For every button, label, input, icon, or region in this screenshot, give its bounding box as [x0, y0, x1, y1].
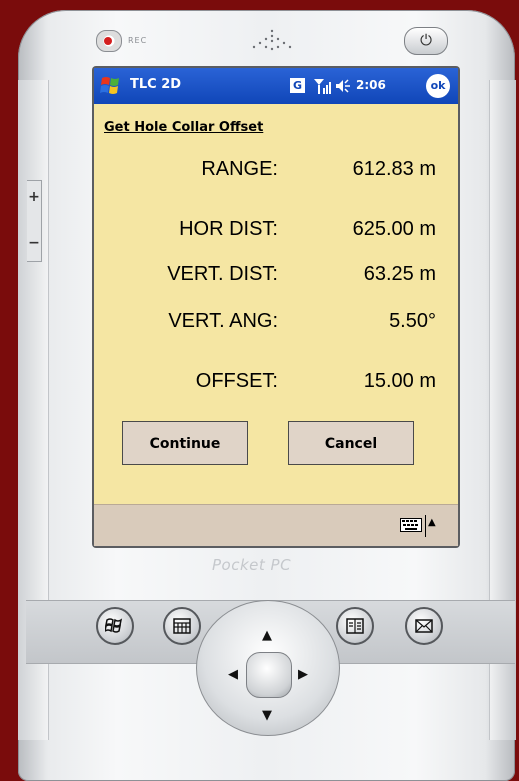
windows-button-icon — [105, 618, 123, 633]
calendar-button-icon — [173, 618, 191, 634]
contacts-hw-button[interactable] — [336, 607, 374, 645]
windows-start-icon[interactable] — [98, 73, 126, 99]
contacts-button-icon — [346, 618, 364, 634]
dpad-select-button[interactable] — [246, 652, 292, 698]
inbox-button-icon — [415, 619, 433, 633]
signal-strength-icon[interactable] — [312, 76, 332, 96]
calendar-hw-button[interactable] — [163, 607, 201, 645]
range-label: RANGE: — [201, 158, 278, 180]
input-menu-arrow-icon[interactable]: ▲ — [428, 517, 436, 528]
g-network-badge[interactable]: G — [290, 78, 305, 93]
rec-label: REC — [128, 36, 148, 45]
vert-dist-value: 63.25 m — [363, 263, 436, 285]
speaker-volume-icon[interactable] — [334, 77, 352, 95]
keyboard-icon[interactable] — [400, 518, 422, 532]
offset-value: 15.00 m — [363, 370, 436, 392]
screen: TLC 2D G 2:06 ok Get Hole Collar Offset … — [94, 68, 458, 546]
vert-ang-label: VERT. ANG: — [168, 310, 278, 332]
record-dot-icon — [104, 37, 112, 45]
inbox-hw-button[interactable] — [405, 607, 443, 645]
menu-divider — [425, 515, 426, 537]
app-title: TLC 2D — [130, 77, 182, 92]
pocket-pc-logo: Pocket PC — [212, 556, 292, 574]
volume-down-icon[interactable]: − — [27, 236, 41, 250]
title-bar: TLC 2D G 2:06 ok — [94, 68, 458, 104]
dpad-up-icon[interactable]: ▲ — [262, 628, 272, 643]
dpad-left-icon[interactable]: ◀ — [228, 667, 238, 682]
vert-dist-label: VERT. DIST: — [167, 263, 278, 285]
power-button[interactable]: ⏻ — [404, 27, 448, 55]
dpad-right-icon[interactable]: ▶ — [298, 667, 308, 682]
volume-up-icon[interactable]: + — [27, 190, 41, 204]
form-heading: Get Hole Collar Offset — [104, 120, 264, 135]
menu-bar: ▲ — [94, 504, 458, 546]
vert-ang-value: 5.50° — [389, 310, 436, 332]
clock[interactable]: 2:06 — [356, 78, 386, 92]
offset-label: OFFSET: — [195, 370, 278, 392]
ok-button[interactable]: ok — [426, 74, 450, 98]
windows-hw-button[interactable] — [96, 607, 134, 645]
speaker-grille-icon — [252, 29, 292, 51]
cancel-button[interactable]: Cancel — [288, 421, 414, 465]
continue-button[interactable]: Continue — [122, 421, 248, 465]
power-icon: ⏻ — [420, 31, 432, 49]
hor-dist-value: 625.00 m — [352, 218, 436, 240]
hor-dist-label: HOR DIST: — [179, 218, 278, 240]
range-value: 612.83 m — [352, 158, 436, 180]
dpad-down-icon[interactable]: ▼ — [262, 708, 272, 723]
